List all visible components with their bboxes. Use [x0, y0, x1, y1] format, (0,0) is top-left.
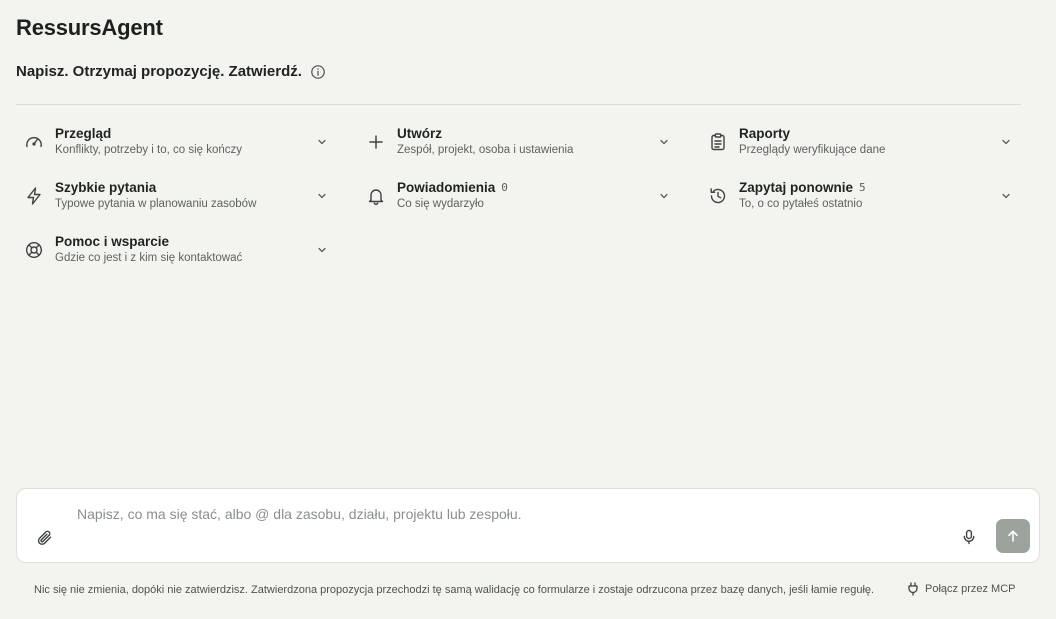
- category-ask-again[interactable]: Zapytaj ponownie 5 To, o co pytałeś osta…: [700, 170, 1020, 224]
- bell-icon: [362, 182, 390, 210]
- category-grid: Przegląd Konflikty, potrzeby i to, co si…: [16, 116, 1024, 278]
- history-icon: [704, 182, 732, 210]
- chevron-down-icon: [658, 136, 670, 148]
- category-subtitle: Przeglądy weryfikujące dane: [739, 144, 886, 156]
- app-page: RessursAgent Napisz. Otrzymaj propozycję…: [0, 0, 1056, 619]
- app-title: RessursAgent: [16, 15, 163, 40]
- message-input[interactable]: [77, 503, 957, 525]
- chevron-down-icon: [1000, 190, 1012, 202]
- category-title: Powiadomienia: [397, 180, 496, 195]
- category-subtitle: Gdzie co jest i z kim się kontaktować: [55, 252, 243, 264]
- mcp-label: Połącz przez MCP: [925, 583, 1016, 595]
- notification-count: 0: [501, 181, 508, 194]
- lightning-icon: [20, 182, 48, 210]
- category-subtitle: Zespół, projekt, osoba i ustawienia: [397, 144, 574, 156]
- clipboard-icon: [704, 128, 732, 156]
- category-overview[interactable]: Przegląd Konflikty, potrzeby i to, co si…: [16, 116, 336, 170]
- category-title: Zapytaj ponownie: [739, 180, 854, 195]
- category-subtitle: To, o co pytałeś ostatnio: [739, 198, 863, 210]
- footer-note: Nic się nie zmienia, dopóki nie zatwierd…: [34, 584, 875, 596]
- category-title: Przegląd: [55, 126, 112, 141]
- category-subtitle: Typowe pytania w planowaniu zasobów: [55, 198, 257, 210]
- category-title: Raporty: [739, 126, 791, 141]
- category-help-support[interactable]: Pomoc i wsparcie Gdzie co jest i z kim s…: [16, 224, 336, 278]
- lifebuoy-icon: [20, 236, 48, 264]
- header-divider: [16, 104, 1021, 105]
- info-icon[interactable]: [310, 64, 326, 80]
- chevron-down-icon: [1000, 136, 1012, 148]
- chevron-down-icon: [316, 190, 328, 202]
- tagline: Napisz. Otrzymaj propozycję. Zatwierdź.: [16, 63, 302, 80]
- microphone-icon[interactable]: [959, 527, 979, 547]
- category-subtitle: Co się wydarzyło: [397, 198, 484, 210]
- paperclip-icon[interactable]: [35, 528, 55, 548]
- gauge-icon: [20, 128, 48, 156]
- plug-icon: [907, 582, 919, 596]
- category-title: Pomoc i wsparcie: [55, 234, 170, 249]
- message-composer: [16, 488, 1040, 563]
- plus-icon: [362, 128, 390, 156]
- chevron-down-icon: [658, 190, 670, 202]
- category-subtitle: Konflikty, potrzeby i to, co się kończy: [55, 144, 243, 156]
- category-quick-questions[interactable]: Szybkie pytania Typowe pytania w planowa…: [16, 170, 336, 224]
- category-title: Utwórz: [397, 126, 442, 141]
- category-title: Szybkie pytania: [55, 180, 157, 195]
- chevron-down-icon: [316, 136, 328, 148]
- tagline-row: Napisz. Otrzymaj propozycję. Zatwierdź.: [16, 63, 326, 80]
- category-notifications[interactable]: Powiadomienia 0 Co się wydarzyło: [358, 170, 678, 224]
- category-reports[interactable]: Raporty Przeglądy weryfikujące dane: [700, 116, 1020, 170]
- category-create[interactable]: Utwórz Zespół, projekt, osoba i ustawien…: [358, 116, 678, 170]
- chevron-down-icon: [316, 244, 328, 256]
- connect-mcp-link[interactable]: Połącz przez MCP: [907, 582, 1015, 596]
- send-button[interactable]: [996, 519, 1030, 553]
- recent-count: 5: [859, 181, 866, 194]
